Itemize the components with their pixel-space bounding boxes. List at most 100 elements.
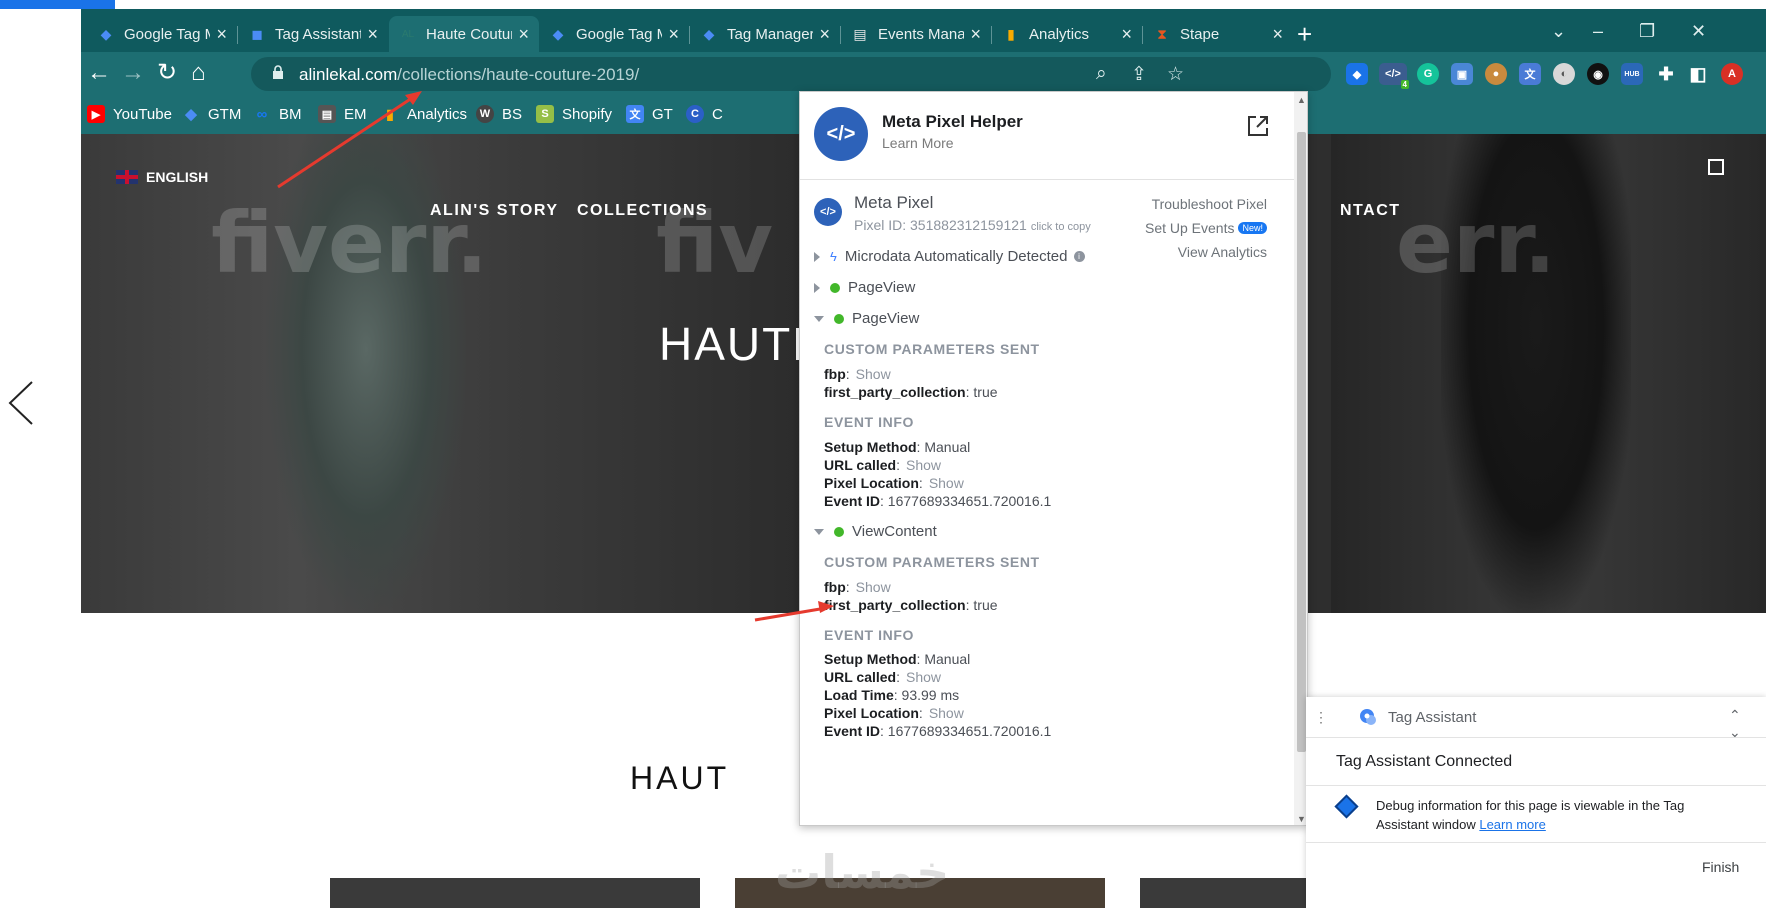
pixel-icon: </> xyxy=(814,198,842,226)
minimize-button[interactable]: – xyxy=(1593,21,1603,42)
reload-button[interactable]: ↻ xyxy=(157,60,177,86)
carousel-prev-arrow-icon[interactable] xyxy=(4,380,44,426)
debug-message: Debug information for this page is viewa… xyxy=(1376,798,1685,832)
scroll-down-icon[interactable]: ▼ xyxy=(1297,814,1306,824)
forward-button[interactable]: → xyxy=(121,60,145,86)
info-setup-method: Setup Method: Manual xyxy=(824,651,971,667)
tab-search-icon[interactable]: ⌄ xyxy=(1551,21,1566,42)
wordpress-icon: W xyxy=(476,105,494,123)
view-analytics-link[interactable]: View Analytics xyxy=(1178,244,1267,260)
back-button[interactable]: ← xyxy=(87,60,111,86)
set-up-events-link[interactable]: Set Up Events New! xyxy=(1145,220,1267,236)
show-link[interactable]: Show xyxy=(906,457,941,473)
info-pixel-location: Pixel Location: Show xyxy=(824,475,964,491)
grammarly-extension-icon[interactable]: G xyxy=(1417,63,1439,85)
bookmark-youtube[interactable]: ▶ YouTube xyxy=(87,105,172,123)
extension-icon[interactable]: ▣ xyxy=(1451,63,1473,85)
learn-more-link[interactable]: Learn More xyxy=(882,135,954,151)
bookmark-star-icon[interactable]: ☆ xyxy=(1167,63,1184,86)
show-link[interactable]: Show xyxy=(856,366,891,382)
event-row-pageview-collapsed[interactable]: PageView xyxy=(814,279,915,296)
collapse-icon[interactable]: ⌃ ⌄ xyxy=(1729,707,1741,741)
show-link[interactable]: Show xyxy=(906,669,941,685)
bookmark-shopify[interactable]: S Shopify xyxy=(536,105,612,123)
tab-google-tag-manager-2[interactable]: ◆ Google Tag M × xyxy=(539,16,689,52)
more-options-icon[interactable]: ⋮ xyxy=(1314,709,1328,726)
tab-haute-couture[interactable]: AL Haute Coutur × xyxy=(389,16,539,52)
analytics-icon: ▮ xyxy=(386,105,394,122)
close-icon[interactable]: × xyxy=(1266,24,1283,45)
meta-pixel-helper-extension-icon[interactable]: </> 4 xyxy=(1379,63,1409,89)
address-bar[interactable]: alinlekal.com/collections/haute-couture-… xyxy=(251,57,1331,91)
scroll-up-icon[interactable]: ▲ xyxy=(1297,95,1306,105)
pixel-id[interactable]: Pixel ID: 351882312159121 click to copy xyxy=(854,217,1091,233)
nav-alins-story[interactable]: ALIN'S STORY xyxy=(430,202,558,220)
event-row-pageview-expanded[interactable]: PageView xyxy=(814,310,919,327)
diamond-icon: ◆ xyxy=(552,25,564,42)
pixel-count-badge: 4 xyxy=(1400,80,1409,89)
url-text: alinlekal.com/collections/haute-couture-… xyxy=(299,65,640,84)
close-icon[interactable]: × xyxy=(361,24,378,45)
bookmark-c[interactable]: CC xyxy=(686,105,723,123)
status-ok-icon xyxy=(830,282,840,293)
bookmark-bm[interactable]: ∞ BM xyxy=(253,105,302,123)
scroll-thumb[interactable] xyxy=(1297,132,1306,752)
restore-button[interactable]: ❐ xyxy=(1639,21,1655,42)
event-row-viewcontent[interactable]: ViewContent xyxy=(814,523,937,540)
share-icon[interactable]: ⇪ xyxy=(1131,63,1147,86)
shopping-bag-icon[interactable] xyxy=(1708,159,1724,175)
external-link-icon[interactable] xyxy=(1246,114,1270,138)
info-icon[interactable]: i xyxy=(1073,251,1085,262)
bookmark-gtm[interactable]: ◆ GTM xyxy=(182,105,241,124)
tag-assistant-title: Tag Assistant xyxy=(1388,709,1477,726)
tab-tag-manager[interactable]: ◆ Tag Manager × xyxy=(690,16,840,52)
bookmark-label: GT xyxy=(652,105,673,123)
events-manager-icon: ▤ xyxy=(318,105,336,123)
close-icon[interactable]: × xyxy=(813,24,830,45)
close-icon[interactable]: × xyxy=(1115,24,1132,45)
bookmark-bs[interactable]: W BS xyxy=(476,105,522,123)
show-link[interactable]: Show xyxy=(856,579,891,595)
tag-assistant-extension-icon[interactable]: ◆ xyxy=(1346,63,1368,85)
translate-extension-icon[interactable]: 文 xyxy=(1519,63,1541,85)
side-panel-icon[interactable]: ◧ xyxy=(1687,63,1709,85)
tab-stape[interactable]: ⧗ Stape × xyxy=(1143,16,1293,52)
diamond-icon: ◆ xyxy=(703,25,715,42)
tab-events-manager[interactable]: ▤ Events Mana × xyxy=(841,16,991,52)
tab-tag-assistant[interactable]: ◼ Tag Assistant × xyxy=(238,16,388,52)
learn-more-link[interactable]: Learn more xyxy=(1479,817,1545,832)
bookmark-gt[interactable]: 文 GT xyxy=(626,105,673,123)
zoom-icon[interactable]: ⌕ xyxy=(1096,63,1107,85)
close-icon[interactable]: × xyxy=(210,24,227,45)
nav-contact[interactable]: NTACT xyxy=(1340,202,1401,220)
new-tab-button[interactable]: + xyxy=(1297,21,1312,47)
close-icon[interactable]: × xyxy=(964,24,981,45)
close-icon[interactable]: × xyxy=(662,24,679,45)
finish-button[interactable]: Finish xyxy=(1702,859,1739,875)
product-thumbnail[interactable] xyxy=(330,878,700,908)
extension-icon[interactable]: HUB xyxy=(1621,63,1643,85)
tab-google-tag-manager-1[interactable]: ◆ Google Tag M × xyxy=(87,16,237,52)
extension-icon[interactable]: ◉ xyxy=(1587,63,1609,85)
bookmark-analytics[interactable]: ▮ Analytics xyxy=(381,105,467,123)
home-button[interactable]: ⌂ xyxy=(191,60,206,86)
close-window-button[interactable]: ✕ xyxy=(1691,21,1706,42)
extension-icon[interactable]: ◐ xyxy=(1553,63,1575,85)
nav-collections[interactable]: COLLECTIONS xyxy=(577,202,708,220)
language-selector[interactable]: ENGLISH xyxy=(116,169,208,185)
bookmark-label: C xyxy=(712,105,723,123)
info-url-called: URL called: Show xyxy=(824,457,942,473)
collection-heading: HAUT xyxy=(630,760,730,796)
close-icon[interactable]: × xyxy=(512,24,529,45)
event-info-header: EVENT INFO xyxy=(824,414,915,430)
show-link[interactable]: Show xyxy=(929,705,964,721)
cookie-extension-icon[interactable]: ● xyxy=(1485,63,1507,85)
shopify-icon: S xyxy=(536,105,554,123)
microdata-row[interactable]: ϟ Microdata Automatically Detected i xyxy=(814,248,1085,265)
troubleshoot-pixel-link[interactable]: Troubleshoot Pixel xyxy=(1152,196,1267,212)
puzzle-extensions-icon[interactable]: ✚ xyxy=(1655,63,1677,85)
profile-avatar[interactable]: A xyxy=(1721,63,1743,85)
show-link[interactable]: Show xyxy=(929,475,964,491)
tab-analytics[interactable]: ▮ Analytics × xyxy=(992,16,1142,52)
bookmark-em[interactable]: ▤ EM xyxy=(318,105,367,123)
